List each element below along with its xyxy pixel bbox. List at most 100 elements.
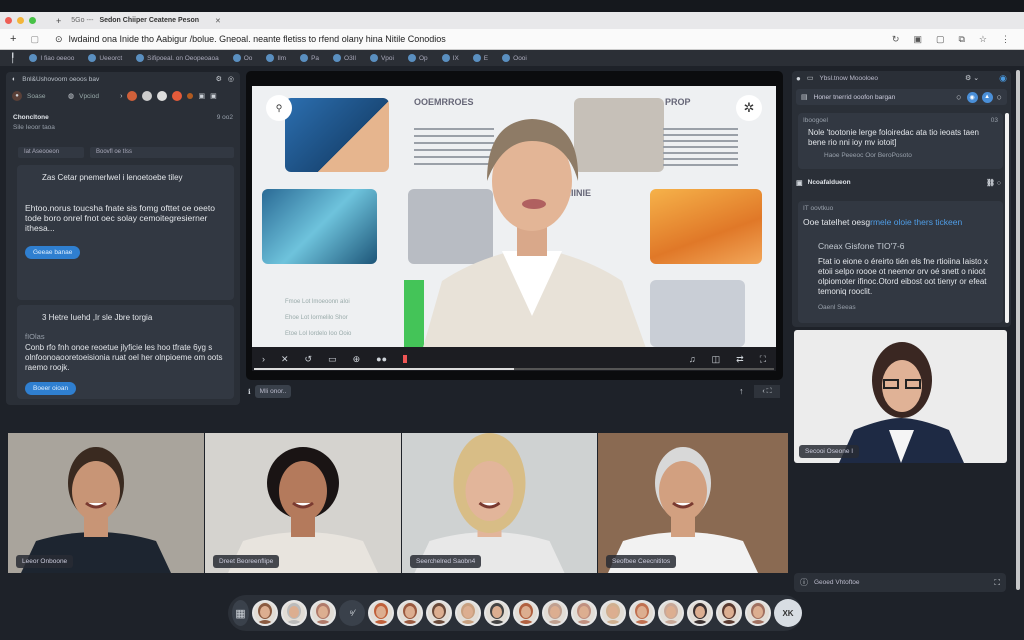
participant-avatar[interactable] (629, 600, 655, 626)
site-info-icon[interactable]: ⊙ (55, 34, 63, 45)
camera-icon[interactable]: ◉ (966, 91, 978, 103)
chip-1[interactable]: Vpciod (79, 93, 115, 100)
shuffle-icon[interactable]: ✕ (281, 354, 289, 365)
search-input[interactable]: Honer tnerrid ooofon bargan (814, 94, 896, 101)
more-participants-button[interactable]: XK (774, 599, 802, 627)
profile-icon[interactable]: ◉ (999, 73, 1007, 84)
bookmark-item[interactable]: Ilm (266, 54, 286, 62)
bookmark-item[interactable]: Pa (300, 54, 319, 62)
bookmark-item[interactable]: Vpoi (369, 54, 394, 62)
captions-icon[interactable]: ●● (376, 354, 387, 364)
arrow-icon[interactable]: › (120, 93, 122, 100)
participant-dot[interactable] (172, 91, 183, 101)
fullscreen-icon[interactable]: ⛶ (994, 578, 1000, 588)
page-icon[interactable]: ▢ (30, 34, 39, 45)
tab-close-icon[interactable]: ✕ (215, 17, 221, 25)
participant-avatar[interactable] (397, 600, 423, 626)
audio-icon[interactable]: ♫ (689, 354, 696, 364)
grid-icon[interactable]: ▣ (198, 92, 205, 100)
close-window-button[interactable] (5, 17, 12, 24)
bookmark-item[interactable]: Ueeorct (88, 54, 122, 62)
participant-avatar[interactable] (513, 600, 539, 626)
participant-avatar[interactable] (658, 600, 684, 626)
filter-search[interactable]: Boovfl oe tIss (90, 147, 234, 158)
settings-icon[interactable]: ⚙ (216, 75, 222, 83)
message-link[interactable]: rmele oloie thers tickeen (870, 217, 962, 227)
participant-avatar[interactable] (426, 600, 452, 626)
maximize-window-button[interactable] (29, 17, 36, 24)
link-icon[interactable]: ⛓ ○ (986, 179, 1001, 187)
loop-icon[interactable]: ⇄ (736, 354, 744, 365)
bookmark-item[interactable]: Oo (232, 54, 252, 62)
bookmark-icon[interactable]: ☆ (979, 34, 987, 45)
mic-icon[interactable]: ℹ (248, 388, 251, 396)
card-action-button[interactable]: Boeer oioan (25, 382, 77, 395)
globe-icon[interactable]: ⊕ (353, 354, 361, 365)
sidebar-icon[interactable]: ╿ (10, 53, 15, 64)
self-video-tile[interactable]: Secooi Oseone I (794, 330, 1007, 463)
share-icon[interactable]: ▣ (913, 34, 922, 45)
menu-icon[interactable]: ⋮ (1001, 34, 1010, 45)
reaction-icon[interactable]: ⁹⁄ (339, 600, 365, 626)
caption-label[interactable]: MIi onor.. (254, 385, 292, 398)
participant-tile[interactable]: Leeor Onboone (8, 433, 204, 573)
participant-avatar[interactable] (687, 600, 713, 626)
grid-view-icon[interactable]: ▦ (232, 600, 249, 626)
bookmark-item[interactable]: I fiao oeeoo (29, 54, 74, 62)
participant-avatar[interactable] (542, 600, 568, 626)
settings-icon[interactable]: ⚙ ⌄ (965, 74, 979, 82)
participant-avatar[interactable] (310, 600, 336, 626)
effects-icon[interactable]: ✲ (736, 95, 762, 121)
plus-icon[interactable]: + (10, 33, 16, 45)
chip-0[interactable]: Soase (27, 93, 63, 100)
bookmark-item[interactable]: Op (407, 54, 428, 62)
play-icon[interactable]: › (262, 354, 265, 364)
participant-dot[interactable] (142, 91, 153, 101)
screen-icon[interactable]: ▭ (328, 354, 337, 365)
participant-dot[interactable] (157, 91, 168, 101)
filter-chip[interactable]: Iat Aseooeon (18, 147, 84, 158)
extension-icon[interactable]: ⧉ (958, 34, 964, 45)
expand-icon[interactable]: ‹ ⛶ (754, 385, 780, 398)
participant-dot[interactable] (127, 91, 138, 101)
replay-icon[interactable]: ↺ (305, 354, 313, 365)
tabs-icon[interactable]: ▢ (936, 34, 945, 45)
subtitles-icon[interactable]: ◫ (712, 354, 721, 365)
participant-dot[interactable] (187, 93, 194, 99)
main-video[interactable]: OOEMRROES PROP IIIINIE Fmoe Lot lmoeoonn… (246, 71, 783, 380)
info-bar[interactable]: ⓘ Geoed Vhtoftoe ⛶ (794, 573, 1006, 592)
copy-icon[interactable]: ▣ (210, 92, 217, 100)
participant-tile[interactable]: Dreet Beoreenflipe (205, 433, 401, 573)
browser-tab[interactable]: Sedon Chiiper Ceatene Peson (99, 17, 199, 24)
pin-icon[interactable]: ⚲ (266, 95, 292, 121)
participant-avatar[interactable] (745, 600, 771, 626)
url-field[interactable]: Iwdaind ona Inide tho Aabigur /bolue. Gn… (69, 34, 446, 44)
participant-tile[interactable]: Seofbee Ceecnititos (598, 433, 788, 573)
bookmark-item[interactable]: E (472, 54, 488, 62)
participant-avatar[interactable] (281, 600, 307, 626)
participant-avatar[interactable] (252, 600, 278, 626)
card-action-button[interactable]: Geeae banae (25, 246, 81, 259)
caption-toggle[interactable]: ℹ MIi onor.. (248, 385, 292, 398)
more-icon[interactable]: ◎ (228, 75, 234, 83)
fullscreen-icon[interactable]: ⛶ (760, 354, 766, 365)
refresh-icon[interactable]: ↻ (892, 34, 900, 45)
minimize-window-button[interactable] (17, 17, 24, 24)
image-icon[interactable]: ◍ (68, 92, 74, 100)
bookmark-item[interactable]: O3Il (333, 54, 356, 62)
participant-avatar[interactable] (716, 600, 742, 626)
bookmark-item[interactable]: Oooi (502, 54, 527, 62)
options-icon[interactable]: ○ (997, 92, 1002, 102)
participant-avatar[interactable] (571, 600, 597, 626)
participant-tile[interactable]: Seerchelred Saobn4 (402, 433, 597, 573)
participant-avatar[interactable] (600, 600, 626, 626)
participant-avatar[interactable] (455, 600, 481, 626)
chat-icon[interactable]: ▭ (807, 74, 814, 82)
progress-track[interactable] (254, 368, 774, 370)
share-icon[interactable]: ▲ (981, 91, 993, 103)
bookmark-item[interactable]: IX (441, 54, 459, 62)
scrollbar[interactable] (1005, 113, 1009, 323)
new-tab-icon[interactable]: + (56, 16, 61, 26)
refresh-icon[interactable]: ○ (956, 92, 961, 102)
participant-avatar[interactable] (484, 600, 510, 626)
